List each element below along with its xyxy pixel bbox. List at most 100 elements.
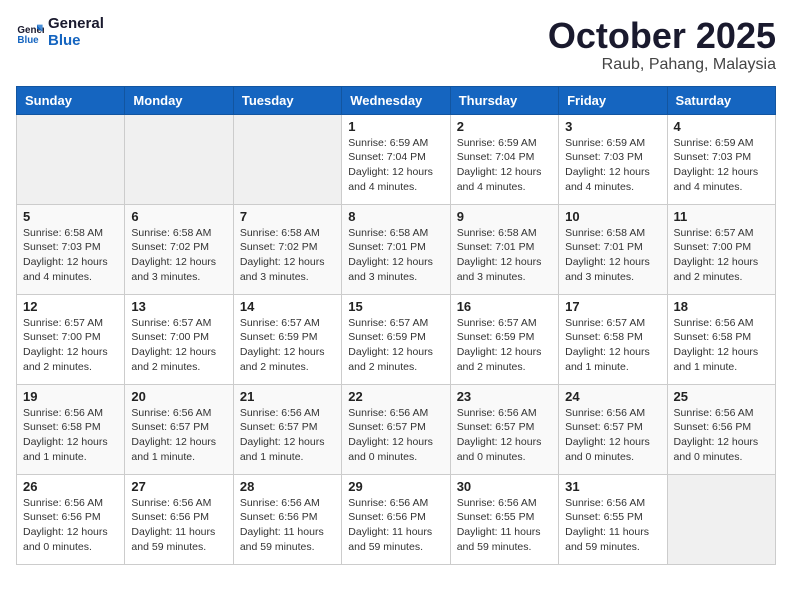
day-cell: 26 Sunrise: 6:56 AMSunset: 6:56 PMDaylig… (17, 474, 125, 564)
day-info: Sunrise: 6:57 AMSunset: 6:59 PMDaylight:… (348, 317, 433, 373)
day-cell: 3 Sunrise: 6:59 AMSunset: 7:03 PMDayligh… (559, 114, 667, 204)
month-title: October 2025 (548, 16, 776, 56)
day-info: Sunrise: 6:58 AMSunset: 7:02 PMDaylight:… (131, 227, 216, 283)
day-number: 26 (23, 479, 118, 494)
day-info: Sunrise: 6:58 AMSunset: 7:02 PMDaylight:… (240, 227, 325, 283)
day-info: Sunrise: 6:56 AMSunset: 6:58 PMDaylight:… (23, 407, 108, 463)
day-cell: 31 Sunrise: 6:56 AMSunset: 6:55 PMDaylig… (559, 474, 667, 564)
day-cell: 27 Sunrise: 6:56 AMSunset: 6:56 PMDaylig… (125, 474, 233, 564)
location: Raub, Pahang, Malaysia (548, 56, 776, 74)
day-info: Sunrise: 6:56 AMSunset: 6:57 PMDaylight:… (457, 407, 542, 463)
day-number: 23 (457, 389, 552, 404)
day-info: Sunrise: 6:56 AMSunset: 6:56 PMDaylight:… (131, 497, 215, 553)
day-number: 6 (131, 209, 226, 224)
day-number: 3 (565, 119, 660, 134)
day-info: Sunrise: 6:59 AMSunset: 7:03 PMDaylight:… (565, 137, 650, 193)
day-number: 16 (457, 299, 552, 314)
day-number: 30 (457, 479, 552, 494)
day-cell (125, 114, 233, 204)
day-cell (17, 114, 125, 204)
day-cell: 15 Sunrise: 6:57 AMSunset: 6:59 PMDaylig… (342, 294, 450, 384)
week-row-1: 1 Sunrise: 6:59 AMSunset: 7:04 PMDayligh… (17, 114, 776, 204)
day-info: Sunrise: 6:57 AMSunset: 6:58 PMDaylight:… (565, 317, 650, 373)
weekday-header-sunday: Sunday (17, 86, 125, 114)
day-info: Sunrise: 6:56 AMSunset: 6:56 PMDaylight:… (674, 407, 759, 463)
day-number: 17 (565, 299, 660, 314)
day-number: 13 (131, 299, 226, 314)
day-number: 5 (23, 209, 118, 224)
logo: General Blue General Blue (16, 16, 104, 49)
day-number: 7 (240, 209, 335, 224)
day-number: 21 (240, 389, 335, 404)
day-cell: 10 Sunrise: 6:58 AMSunset: 7:01 PMDaylig… (559, 204, 667, 294)
day-info: Sunrise: 6:58 AMSunset: 7:01 PMDaylight:… (565, 227, 650, 283)
weekday-header-tuesday: Tuesday (233, 86, 341, 114)
day-cell: 21 Sunrise: 6:56 AMSunset: 6:57 PMDaylig… (233, 384, 341, 474)
day-number: 8 (348, 209, 443, 224)
day-cell: 22 Sunrise: 6:56 AMSunset: 6:57 PMDaylig… (342, 384, 450, 474)
day-cell: 14 Sunrise: 6:57 AMSunset: 6:59 PMDaylig… (233, 294, 341, 384)
day-number: 14 (240, 299, 335, 314)
day-cell: 6 Sunrise: 6:58 AMSunset: 7:02 PMDayligh… (125, 204, 233, 294)
day-info: Sunrise: 6:58 AMSunset: 7:03 PMDaylight:… (23, 227, 108, 283)
day-number: 27 (131, 479, 226, 494)
day-cell: 30 Sunrise: 6:56 AMSunset: 6:55 PMDaylig… (450, 474, 558, 564)
day-info: Sunrise: 6:56 AMSunset: 6:57 PMDaylight:… (240, 407, 325, 463)
day-cell: 25 Sunrise: 6:56 AMSunset: 6:56 PMDaylig… (667, 384, 775, 474)
weekday-header-monday: Monday (125, 86, 233, 114)
day-cell: 20 Sunrise: 6:56 AMSunset: 6:57 PMDaylig… (125, 384, 233, 474)
day-info: Sunrise: 6:57 AMSunset: 7:00 PMDaylight:… (131, 317, 216, 373)
day-cell: 16 Sunrise: 6:57 AMSunset: 6:59 PMDaylig… (450, 294, 558, 384)
day-cell: 24 Sunrise: 6:56 AMSunset: 6:57 PMDaylig… (559, 384, 667, 474)
day-info: Sunrise: 6:59 AMSunset: 7:04 PMDaylight:… (348, 137, 433, 193)
day-number: 4 (674, 119, 769, 134)
day-cell: 13 Sunrise: 6:57 AMSunset: 7:00 PMDaylig… (125, 294, 233, 384)
week-row-5: 26 Sunrise: 6:56 AMSunset: 6:56 PMDaylig… (17, 474, 776, 564)
day-info: Sunrise: 6:56 AMSunset: 6:58 PMDaylight:… (674, 317, 759, 373)
day-info: Sunrise: 6:56 AMSunset: 6:55 PMDaylight:… (457, 497, 541, 553)
day-cell: 5 Sunrise: 6:58 AMSunset: 7:03 PMDayligh… (17, 204, 125, 294)
day-number: 31 (565, 479, 660, 494)
day-number: 11 (674, 209, 769, 224)
day-cell (233, 114, 341, 204)
day-info: Sunrise: 6:56 AMSunset: 6:56 PMDaylight:… (240, 497, 324, 553)
day-number: 2 (457, 119, 552, 134)
day-cell (667, 474, 775, 564)
day-info: Sunrise: 6:57 AMSunset: 6:59 PMDaylight:… (240, 317, 325, 373)
weekday-header-wednesday: Wednesday (342, 86, 450, 114)
day-number: 22 (348, 389, 443, 404)
weekday-header-friday: Friday (559, 86, 667, 114)
week-row-2: 5 Sunrise: 6:58 AMSunset: 7:03 PMDayligh… (17, 204, 776, 294)
calendar-table: SundayMondayTuesdayWednesdayThursdayFrid… (16, 86, 776, 565)
logo-icon: General Blue (16, 19, 44, 47)
logo-general: General (48, 16, 104, 33)
day-cell: 1 Sunrise: 6:59 AMSunset: 7:04 PMDayligh… (342, 114, 450, 204)
week-row-3: 12 Sunrise: 6:57 AMSunset: 7:00 PMDaylig… (17, 294, 776, 384)
day-info: Sunrise: 6:56 AMSunset: 6:57 PMDaylight:… (348, 407, 433, 463)
svg-text:Blue: Blue (17, 34, 39, 45)
weekday-header-row: SundayMondayTuesdayWednesdayThursdayFrid… (17, 86, 776, 114)
logo-blue: Blue (48, 33, 104, 50)
day-cell: 28 Sunrise: 6:56 AMSunset: 6:56 PMDaylig… (233, 474, 341, 564)
day-number: 9 (457, 209, 552, 224)
day-cell: 2 Sunrise: 6:59 AMSunset: 7:04 PMDayligh… (450, 114, 558, 204)
day-number: 19 (23, 389, 118, 404)
day-number: 29 (348, 479, 443, 494)
day-info: Sunrise: 6:59 AMSunset: 7:03 PMDaylight:… (674, 137, 759, 193)
weekday-header-thursday: Thursday (450, 86, 558, 114)
day-cell: 23 Sunrise: 6:56 AMSunset: 6:57 PMDaylig… (450, 384, 558, 474)
week-row-4: 19 Sunrise: 6:56 AMSunset: 6:58 PMDaylig… (17, 384, 776, 474)
day-info: Sunrise: 6:57 AMSunset: 7:00 PMDaylight:… (23, 317, 108, 373)
day-number: 25 (674, 389, 769, 404)
day-number: 28 (240, 479, 335, 494)
day-info: Sunrise: 6:57 AMSunset: 6:59 PMDaylight:… (457, 317, 542, 373)
day-cell: 18 Sunrise: 6:56 AMSunset: 6:58 PMDaylig… (667, 294, 775, 384)
day-number: 15 (348, 299, 443, 314)
day-cell: 11 Sunrise: 6:57 AMSunset: 7:00 PMDaylig… (667, 204, 775, 294)
day-info: Sunrise: 6:56 AMSunset: 6:57 PMDaylight:… (131, 407, 216, 463)
day-number: 12 (23, 299, 118, 314)
title-area: October 2025 Raub, Pahang, Malaysia (548, 16, 776, 74)
day-info: Sunrise: 6:56 AMSunset: 6:56 PMDaylight:… (348, 497, 432, 553)
day-cell: 12 Sunrise: 6:57 AMSunset: 7:00 PMDaylig… (17, 294, 125, 384)
day-info: Sunrise: 6:57 AMSunset: 7:00 PMDaylight:… (674, 227, 759, 283)
